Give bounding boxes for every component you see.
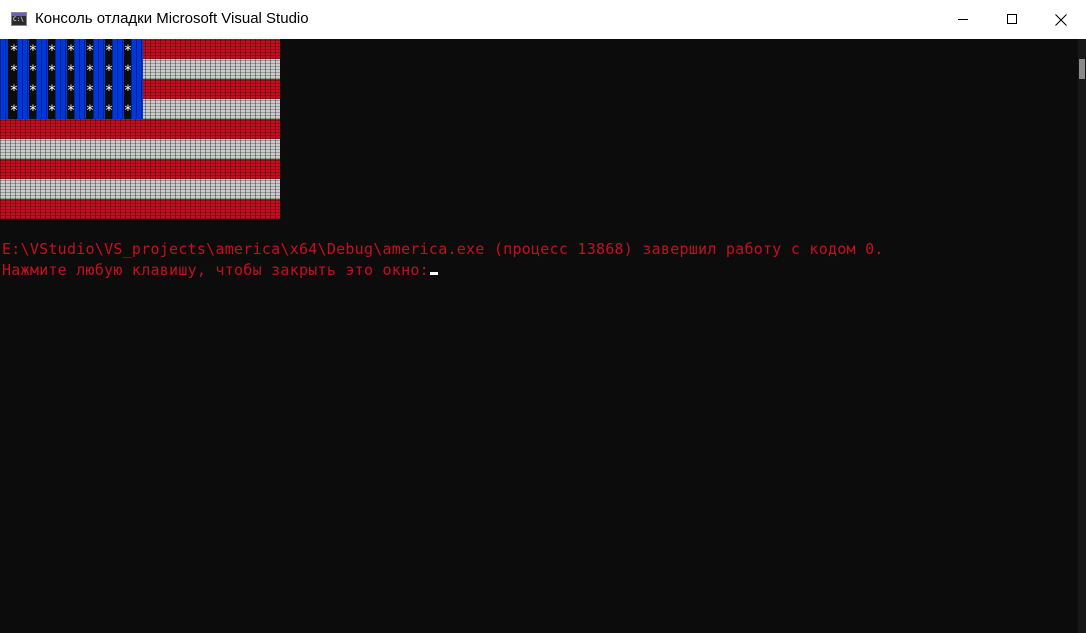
flag-star: * — [66, 103, 76, 119]
window-title: Консоль отладки Microsoft Visual Studio — [35, 10, 309, 27]
flag-star: * — [28, 103, 38, 119]
flag-star: * — [123, 103, 133, 119]
flag-star: * — [123, 43, 133, 59]
flag-star: * — [104, 63, 114, 79]
text-cursor — [429, 272, 438, 275]
ascii-flag: * * * * * * * * * * * * * * * * * * * * * * * * * * * * — [0, 39, 280, 219]
flag-canton: * * * * * * * * * * * * * * * * * * * * * * * * * * * * — [0, 39, 143, 119]
flag-star: * — [66, 83, 76, 99]
flag-star: * — [104, 103, 114, 119]
flag-star: * — [9, 83, 19, 99]
flag-star: * — [66, 63, 76, 79]
maximize-button[interactable] — [989, 0, 1035, 39]
close-button[interactable] — [1038, 0, 1084, 39]
flag-star: * — [28, 43, 38, 59]
flag-star: * — [85, 83, 95, 99]
flag-star: * — [28, 63, 38, 79]
flag-star: * — [104, 83, 114, 99]
console-window: C:\ Консоль отладки Microsoft Visual Stu… — [0, 0, 1086, 633]
flag-star: * — [123, 83, 133, 99]
minimize-icon — [958, 19, 968, 20]
flag-star: * — [9, 63, 19, 79]
console-output-area[interactable]: * * * * * * * * * * * * * * * * * * * * * * * * * * * * E:\VStudio\… — [0, 39, 1078, 633]
flag-star: * — [85, 63, 95, 79]
prompt-text: Нажмите любую клавишу, чтобы закрыть это… — [2, 261, 429, 279]
close-icon — [1055, 14, 1067, 26]
flag-star: * — [47, 103, 57, 119]
exit-message: E:\VStudio\VS_projects\america\x64\Debug… — [2, 240, 884, 258]
flag-stripe-red — [0, 119, 280, 139]
flag-star: * — [9, 43, 19, 59]
maximize-icon — [1007, 14, 1017, 24]
flag-star: * — [85, 103, 95, 119]
title-bar[interactable]: C:\ Консоль отладки Microsoft Visual Stu… — [0, 0, 1086, 39]
flag-stripe-white — [0, 139, 280, 159]
console-app-icon[interactable]: C:\ — [11, 12, 27, 26]
flag-stripe-red — [0, 199, 280, 219]
flag-star: * — [66, 43, 76, 59]
flag-star: * — [123, 63, 133, 79]
flag-star: * — [9, 103, 19, 119]
flag-star: * — [104, 43, 114, 59]
scrollbar-thumb[interactable] — [1079, 59, 1085, 79]
flag-star: * — [47, 43, 57, 59]
vertical-scrollbar[interactable] — [1078, 39, 1086, 633]
flag-stripe-white — [0, 179, 280, 199]
flag-star: * — [28, 83, 38, 99]
canton-blue-column — [0, 39, 8, 119]
flag-stripe-red — [0, 159, 280, 179]
icon-prompt-text: C:\ — [13, 16, 24, 23]
minimize-button[interactable] — [940, 0, 986, 39]
press-any-key-prompt: Нажмите любую клавишу, чтобы закрыть это… — [2, 261, 438, 279]
flag-star: * — [85, 43, 95, 59]
flag-star: * — [47, 63, 57, 79]
flag-star: * — [47, 83, 57, 99]
